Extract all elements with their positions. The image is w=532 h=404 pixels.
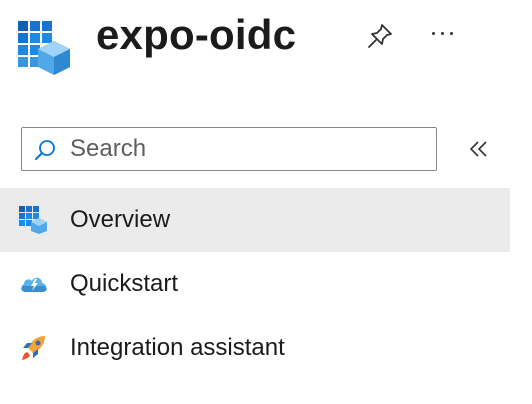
search-box[interactable]: [21, 127, 437, 171]
quickstart-cloud-icon: [21, 277, 47, 292]
sidebar-item-label: Overview: [70, 206, 171, 233]
overview-grid-icon: [19, 206, 47, 234]
more-icon[interactable]: [428, 20, 458, 46]
sidebar-item-overview[interactable]: Overview: [0, 188, 510, 252]
sidebar-item-integration-assistant[interactable]: Integration assistant: [0, 316, 510, 380]
search-icon: [35, 140, 55, 160]
sidebar-item-label: Integration assistant: [70, 334, 285, 361]
app-registration-icon: [18, 21, 70, 75]
rocket-icon: [22, 336, 45, 360]
sidebar-nav: Overview Quickstart Integration assistan…: [0, 188, 510, 380]
collapse-chevrons-icon[interactable]: [466, 136, 492, 162]
blade-header: expo-oidc: [0, 0, 532, 90]
sidebar-item-label: Quickstart: [70, 270, 179, 297]
sidebar-item-quickstart[interactable]: Quickstart: [0, 252, 510, 316]
pin-icon[interactable]: [366, 22, 394, 50]
page-title: expo-oidc: [96, 11, 297, 58]
search-input[interactable]: [70, 134, 430, 164]
